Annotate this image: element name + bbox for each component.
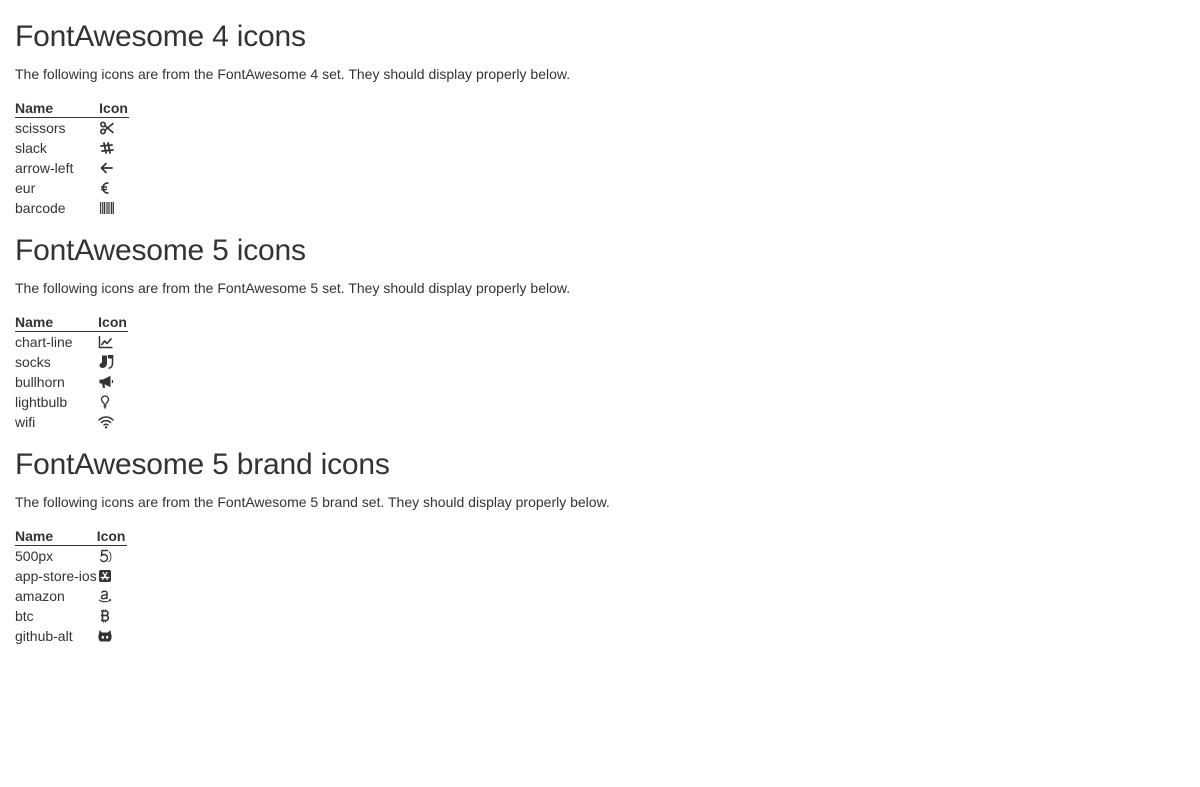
lightbulb-icon — [98, 395, 114, 409]
icon-name: amazon — [15, 588, 65, 604]
table-row: arrow-left — [15, 158, 129, 178]
table-header-row: Name Icon — [15, 99, 130, 118]
column-header-icon: Icon — [96, 527, 128, 546]
icon-name: github-alt — [15, 628, 73, 644]
icon-name: scissors — [15, 120, 66, 136]
column-header-icon: Icon — [98, 313, 129, 332]
table-row: scissors — [15, 118, 129, 139]
icon-name: wifi — [15, 414, 36, 430]
bullhorn-icon — [98, 375, 114, 389]
barcode-icon — [99, 201, 115, 215]
arrow-left-icon — [99, 161, 115, 175]
socks-icon — [98, 355, 114, 370]
scissors-icon — [99, 121, 115, 135]
icon-table: Name Icon 500px app-store-ios amazon btc… — [15, 527, 128, 646]
table-row: bullhorn — [15, 372, 128, 392]
table-row: eur — [15, 178, 129, 198]
table-row: wifi — [15, 412, 128, 432]
euro-icon — [99, 181, 115, 195]
icon-name: btc — [15, 608, 34, 624]
table-row: barcode — [15, 198, 129, 218]
table-row: github-alt — [15, 626, 127, 646]
column-header-icon: Icon — [99, 99, 130, 118]
table-row: chart-line — [15, 332, 128, 353]
table-row: btc — [15, 606, 127, 626]
column-header-name: Name — [15, 527, 97, 546]
icon-table: Name Icon scissors slack arrow-left eur … — [15, 99, 130, 218]
section-title: FontAwesome 4 icons — [15, 20, 306, 53]
slack-icon — [99, 141, 115, 155]
500px-icon — [97, 549, 113, 563]
icon-table: Name Icon chart-line socks bullhorn ligh… — [15, 313, 129, 432]
icon-name: slack — [15, 140, 47, 156]
icon-name: socks — [15, 354, 51, 370]
table-row: amazon — [15, 586, 127, 606]
column-header-name: Name — [15, 313, 99, 332]
chart-line-icon — [98, 335, 114, 349]
section-title: FontAwesome 5 brand icons — [15, 448, 390, 481]
btc-icon — [97, 609, 113, 623]
column-header-name: Name — [15, 99, 100, 118]
wifi-icon — [98, 415, 114, 429]
icon-name: barcode — [15, 200, 66, 216]
icon-name: 500px — [15, 548, 54, 564]
icon-name: app-store-ios — [15, 568, 97, 584]
icon-name: lightbulb — [15, 394, 68, 410]
table-row: 500px — [15, 546, 127, 567]
section-fontawesome-4: FontAwesome 4 icons The following icons … — [15, 19, 1185, 218]
section-fontawesome-5-brands: FontAwesome 5 brand icons The following … — [15, 447, 1185, 646]
icon-name: arrow-left — [15, 160, 74, 176]
section-title: FontAwesome 5 icons — [15, 234, 306, 267]
icon-name: bullhorn — [15, 374, 65, 390]
app-store-ios-icon — [97, 569, 113, 583]
table-row: slack — [15, 138, 129, 158]
section-description: The following icons are from the FontAwe… — [15, 66, 571, 82]
table-header-row: Name Icon — [15, 313, 129, 332]
table-row: socks — [15, 352, 128, 372]
github-alt-icon — [97, 629, 113, 643]
page: FontAwesome 4 icons The following icons … — [0, 0, 1200, 646]
table-row: app-store-ios — [15, 566, 127, 586]
icon-name: chart-line — [15, 334, 73, 350]
section-description: The following icons are from the FontAwe… — [15, 494, 610, 510]
table-header-row: Name Icon — [15, 527, 128, 546]
amazon-icon — [97, 589, 113, 603]
icon-name: eur — [15, 180, 36, 196]
table-row: lightbulb — [15, 392, 128, 412]
section-fontawesome-5: FontAwesome 5 icons The following icons … — [15, 233, 1185, 432]
section-description: The following icons are from the FontAwe… — [15, 280, 571, 296]
